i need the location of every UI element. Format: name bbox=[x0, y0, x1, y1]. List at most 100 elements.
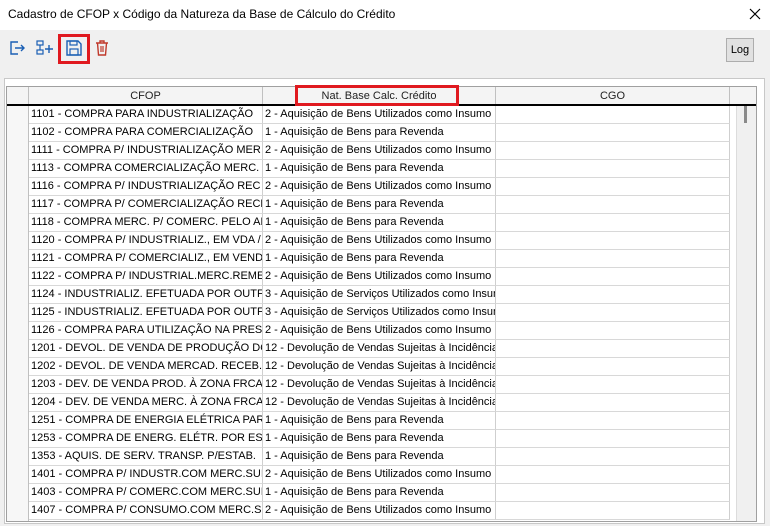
table-row[interactable]: 1120 - COMPRA P/ INDUSTRIALIZ., EM VDA /… bbox=[29, 232, 752, 250]
nat-base-cell[interactable]: 1 - Aquisição de Bens para Revenda bbox=[263, 430, 496, 448]
nat-base-cell[interactable]: 1 - Aquisição de Bens para Revenda bbox=[263, 250, 496, 268]
cfop-cell[interactable]: 1111 - COMPRA P/ INDUSTRIALIZAÇÃO MER bbox=[29, 142, 263, 160]
cfop-cell[interactable]: 1407 - COMPRA P/ CONSUMO.COM MERC.SU bbox=[29, 502, 263, 520]
cgo-cell[interactable] bbox=[496, 214, 730, 232]
cfop-cell[interactable]: 1113 - COMPRA COMERCIALIZAÇÃO MERC. ( bbox=[29, 160, 263, 178]
add-row-button[interactable] bbox=[34, 37, 56, 59]
table-row[interactable]: 1202 - DEVOL. DE VENDA MERCAD. RECEB. 12 … bbox=[29, 358, 752, 376]
table-row[interactable]: 1126 - COMPRA PARA UTILIZAÇÃO NA PRES 2 -… bbox=[29, 322, 752, 340]
cgo-cell[interactable] bbox=[496, 232, 730, 250]
cfop-cell[interactable]: 1120 - COMPRA P/ INDUSTRIALIZ., EM VDA / bbox=[29, 232, 263, 250]
nat-base-cell[interactable]: 12 - Devolução de Vendas Sujeitas à Inci… bbox=[263, 376, 496, 394]
column-header-cfop[interactable]: CFOP bbox=[29, 87, 263, 105]
cgo-cell[interactable] bbox=[496, 358, 730, 376]
nat-base-cell[interactable]: 1 - Aquisição de Bens para Revenda bbox=[263, 196, 496, 214]
table-row[interactable]: 1102 - COMPRA PARA COMERCIALIZAÇÃO 1 - Aq… bbox=[29, 124, 752, 142]
cgo-cell[interactable] bbox=[496, 394, 730, 412]
cfop-cell[interactable]: 1126 - COMPRA PARA UTILIZAÇÃO NA PRES bbox=[29, 322, 263, 340]
cfop-cell[interactable]: 1403 - COMPRA P/ COMERC.COM MERC.SUE bbox=[29, 484, 263, 502]
nat-base-cell[interactable]: 1 - Aquisição de Bens para Revenda bbox=[263, 160, 496, 178]
cgo-cell[interactable] bbox=[496, 178, 730, 196]
cfop-cell[interactable]: 1116 - COMPRA P/ INDUSTRIALIZAÇÃO REC bbox=[29, 178, 263, 196]
table-row[interactable]: 1125 - INDUSTRIALIZ. EFETUADA POR OUTF 3 … bbox=[29, 304, 752, 322]
cfop-cell[interactable]: 1202 - DEVOL. DE VENDA MERCAD. RECEB. bbox=[29, 358, 263, 376]
table-row[interactable]: 1121 - COMPRA P/ COMERCIALIZ., EM VEND 1 … bbox=[29, 250, 752, 268]
cfop-cell[interactable]: 1124 - INDUSTRIALIZ. EFETUADA POR OUTF bbox=[29, 286, 263, 304]
cfop-cell[interactable]: 1201 - DEVOL. DE VENDA DE PRODUÇÃO DO bbox=[29, 340, 263, 358]
table-row[interactable]: 1201 - DEVOL. DE VENDA DE PRODUÇÃO DO 12 … bbox=[29, 340, 752, 358]
cgo-cell[interactable] bbox=[496, 250, 730, 268]
cfop-grid[interactable]: CFOP Nat. Base Calc. Crédito CGO 1101 - … bbox=[6, 86, 757, 522]
table-row[interactable]: 1401 - COMPRA P/ INDUSTR.COM MERC.SUI 2 -… bbox=[29, 466, 752, 484]
cfop-cell[interactable]: 1203 - DEV. DE VENDA PROD. À ZONA FRCA bbox=[29, 376, 263, 394]
cfop-cell[interactable]: 1204 - DEV. DE VENDA MERC. À ZONA FRCA bbox=[29, 394, 263, 412]
nat-base-cell[interactable]: 12 - Devolução de Vendas Sujeitas à Inci… bbox=[263, 340, 496, 358]
nat-base-cell[interactable]: 1 - Aquisição de Bens para Revenda bbox=[263, 412, 496, 430]
table-row[interactable]: 1407 - COMPRA P/ CONSUMO.COM MERC.SU 2 - … bbox=[29, 502, 752, 520]
nat-base-cell[interactable]: 2 - Aquisição de Bens Utilizados como In… bbox=[263, 268, 496, 286]
table-row[interactable]: 1353 - AQUIS. DE SERV. TRANSP. P/ESTAB. 1… bbox=[29, 448, 752, 466]
cgo-cell[interactable] bbox=[496, 286, 730, 304]
scrollbar-thumb[interactable] bbox=[744, 106, 747, 123]
table-row[interactable]: 1117 - COMPRA P/ COMERCIALIZAÇÃO RECE 1 -… bbox=[29, 196, 752, 214]
cgo-cell[interactable] bbox=[496, 448, 730, 466]
table-row[interactable]: 1403 - COMPRA P/ COMERC.COM MERC.SUE 1 - … bbox=[29, 484, 752, 502]
nat-base-cell[interactable]: 2 - Aquisição de Bens Utilizados como In… bbox=[263, 106, 496, 124]
nat-base-cell[interactable]: 2 - Aquisição de Bens Utilizados como In… bbox=[263, 232, 496, 250]
cfop-cell[interactable]: 1117 - COMPRA P/ COMERCIALIZAÇÃO RECE bbox=[29, 196, 263, 214]
nat-base-cell[interactable]: 2 - Aquisição de Bens Utilizados como In… bbox=[263, 502, 496, 520]
cgo-cell[interactable] bbox=[496, 322, 730, 340]
cgo-cell[interactable] bbox=[496, 340, 730, 358]
cgo-cell[interactable] bbox=[496, 268, 730, 286]
close-button[interactable] bbox=[740, 0, 770, 30]
cfop-cell[interactable]: 1253 - COMPRA DE ENERG. ELÉTR. POR ES bbox=[29, 430, 263, 448]
cgo-cell[interactable] bbox=[496, 160, 730, 178]
nat-base-cell[interactable]: 3 - Aquisição de Serviços Utilizados com… bbox=[263, 286, 496, 304]
nat-base-cell[interactable]: 1 - Aquisição de Bens para Revenda bbox=[263, 214, 496, 232]
column-header-cgo[interactable]: CGO bbox=[496, 87, 730, 105]
cgo-cell[interactable] bbox=[496, 196, 730, 214]
delete-button[interactable] bbox=[91, 37, 113, 59]
cfop-cell[interactable]: 1251 - COMPRA DE ENERGIA ELÉTRICA PAR bbox=[29, 412, 263, 430]
cfop-cell[interactable]: 1101 - COMPRA PARA INDUSTRIALIZAÇÃO bbox=[29, 106, 263, 124]
cgo-cell[interactable] bbox=[496, 106, 730, 124]
vertical-scrollbar[interactable] bbox=[736, 106, 756, 521]
nat-base-cell[interactable]: 1 - Aquisição de Bens para Revenda bbox=[263, 448, 496, 466]
nat-base-cell[interactable]: 3 - Aquisição de Serviços Utilizados com… bbox=[263, 304, 496, 322]
cgo-cell[interactable] bbox=[496, 502, 730, 520]
nat-base-cell[interactable]: 1 - Aquisição de Bens para Revenda bbox=[263, 484, 496, 502]
cfop-cell[interactable]: 1122 - COMPRA P/ INDUSTRIAL.MERC.REME bbox=[29, 268, 263, 286]
cfop-cell[interactable]: 1353 - AQUIS. DE SERV. TRANSP. P/ESTAB. bbox=[29, 448, 263, 466]
nat-base-cell[interactable]: 12 - Devolução de Vendas Sujeitas à Inci… bbox=[263, 358, 496, 376]
cfop-cell[interactable]: 1102 - COMPRA PARA COMERCIALIZAÇÃO bbox=[29, 124, 263, 142]
cgo-cell[interactable] bbox=[496, 430, 730, 448]
table-row[interactable]: 1122 - COMPRA P/ INDUSTRIAL.MERC.REME 2 -… bbox=[29, 268, 752, 286]
table-row[interactable]: 1251 - COMPRA DE ENERGIA ELÉTRICA PAR 1 -… bbox=[29, 412, 752, 430]
cfop-cell[interactable]: 1125 - INDUSTRIALIZ. EFETUADA POR OUTF bbox=[29, 304, 263, 322]
nat-base-cell[interactable]: 2 - Aquisição de Bens Utilizados como In… bbox=[263, 466, 496, 484]
cgo-cell[interactable] bbox=[496, 304, 730, 322]
cgo-cell[interactable] bbox=[496, 142, 730, 160]
table-row[interactable]: 1111 - COMPRA P/ INDUSTRIALIZAÇÃO MER 2 -… bbox=[29, 142, 752, 160]
nat-base-cell[interactable]: 1 - Aquisição de Bens para Revenda bbox=[263, 124, 496, 142]
nat-base-cell[interactable]: 2 - Aquisição de Bens Utilizados como In… bbox=[263, 178, 496, 196]
nat-base-cell[interactable]: 2 - Aquisição de Bens Utilizados como In… bbox=[263, 142, 496, 160]
table-row[interactable]: 1118 - COMPRA MERC. P/ COMERC. PELO AI 1 … bbox=[29, 214, 752, 232]
table-row[interactable]: 1204 - DEV. DE VENDA MERC. À ZONA FRCA 12… bbox=[29, 394, 752, 412]
nat-base-cell[interactable]: 2 - Aquisição de Bens Utilizados como In… bbox=[263, 322, 496, 340]
table-row[interactable]: 1101 - COMPRA PARA INDUSTRIALIZAÇÃO 2 - A… bbox=[29, 106, 752, 124]
cgo-cell[interactable] bbox=[496, 484, 730, 502]
log-button[interactable]: Log bbox=[726, 38, 754, 62]
table-row[interactable]: 1253 - COMPRA DE ENERG. ELÉTR. POR ES 1 -… bbox=[29, 430, 752, 448]
cfop-cell[interactable]: 1118 - COMPRA MERC. P/ COMERC. PELO AI bbox=[29, 214, 263, 232]
table-row[interactable]: 1116 - COMPRA P/ INDUSTRIALIZAÇÃO REC 2 -… bbox=[29, 178, 752, 196]
cgo-cell[interactable] bbox=[496, 466, 730, 484]
cgo-cell[interactable] bbox=[496, 412, 730, 430]
nat-base-cell[interactable]: 12 - Devolução de Vendas Sujeitas à Inci… bbox=[263, 394, 496, 412]
cfop-cell[interactable]: 1401 - COMPRA P/ INDUSTR.COM MERC.SUI bbox=[29, 466, 263, 484]
cgo-cell[interactable] bbox=[496, 376, 730, 394]
exit-button[interactable] bbox=[6, 37, 28, 59]
table-row[interactable]: 1124 - INDUSTRIALIZ. EFETUADA POR OUTF 3 … bbox=[29, 286, 752, 304]
table-row[interactable]: 1113 - COMPRA COMERCIALIZAÇÃO MERC. (1 -… bbox=[29, 160, 752, 178]
cfop-cell[interactable]: 1121 - COMPRA P/ COMERCIALIZ., EM VEND bbox=[29, 250, 263, 268]
